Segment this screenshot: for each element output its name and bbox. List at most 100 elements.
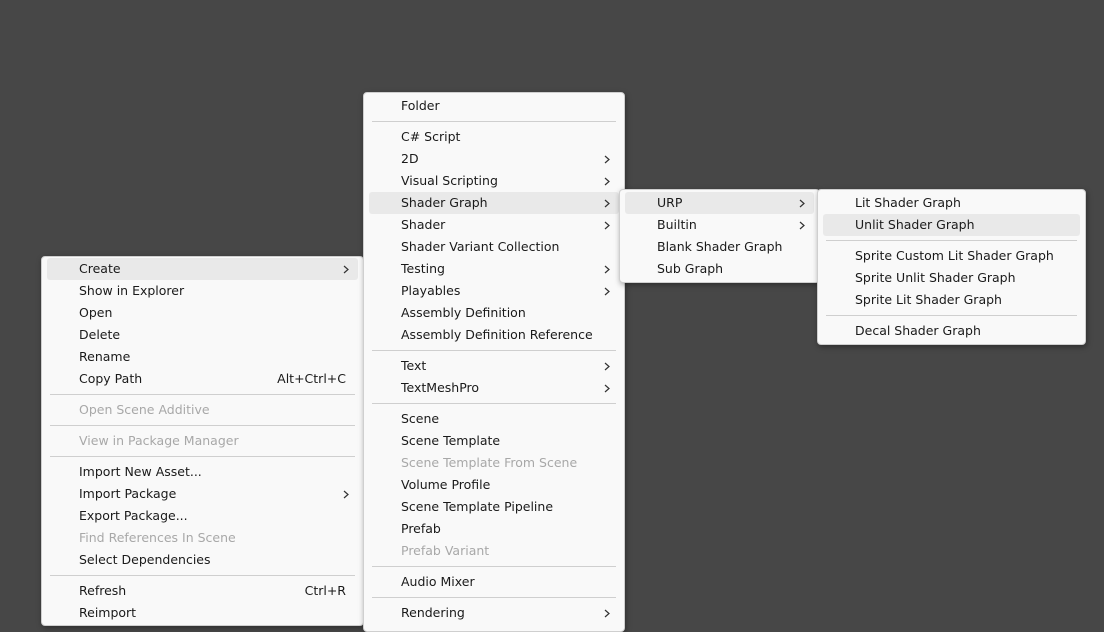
menu-item-scene-template-from-scene: Scene Template From Scene xyxy=(369,452,619,474)
menu-item-label: Import New Asset... xyxy=(79,464,202,479)
menu-item-label: Refresh xyxy=(79,583,127,598)
menu-item-label: Shader xyxy=(401,217,446,232)
menu-item-delete[interactable]: Delete xyxy=(47,324,358,346)
menu-item-label: Shader Graph xyxy=(401,195,488,210)
menu-item-label: Assembly Definition xyxy=(401,305,526,320)
project-context-menu: Create Show in Explorer Open Delete Rena… xyxy=(41,256,364,626)
menu-item-prefab-variant: Prefab Variant xyxy=(369,540,619,562)
menu-item-label: Rendering xyxy=(401,605,465,620)
menu-item-refresh[interactable]: Refresh Ctrl+R xyxy=(47,580,358,602)
menu-separator xyxy=(372,121,616,122)
menu-item-label: Scene xyxy=(401,411,440,426)
menu-item-rendering[interactable]: Rendering xyxy=(369,602,619,624)
menu-separator xyxy=(826,315,1077,316)
menu-item-label: Visual Scripting xyxy=(401,173,498,188)
menu-item-label: Create xyxy=(79,261,121,276)
menu-item-prefab[interactable]: Prefab xyxy=(369,518,619,540)
chevron-right-icon xyxy=(797,214,807,236)
menu-item-label: Scene Template From Scene xyxy=(401,455,578,470)
menu-item-label: Lit Shader Graph xyxy=(855,195,961,210)
chevron-right-icon xyxy=(602,258,612,280)
menu-item-label: Blank Shader Graph xyxy=(657,239,783,254)
menu-item-textmeshpro[interactable]: TextMeshPro xyxy=(369,377,619,399)
menu-item-import-new-asset[interactable]: Import New Asset... xyxy=(47,461,358,483)
chevron-right-icon xyxy=(602,280,612,302)
menu-item-shader-variant-collection[interactable]: Shader Variant Collection xyxy=(369,236,619,258)
chevron-right-icon xyxy=(602,170,612,192)
menu-item-sprite-custom-lit[interactable]: Sprite Custom Lit Shader Graph xyxy=(823,245,1080,267)
menu-item-import-package[interactable]: Import Package xyxy=(47,483,358,505)
menu-item-testing[interactable]: Testing xyxy=(369,258,619,280)
menu-item-sprite-lit[interactable]: Sprite Lit Shader Graph xyxy=(823,289,1080,311)
menu-item-scene-template-pipeline[interactable]: Scene Template Pipeline xyxy=(369,496,619,518)
menu-item-unlit-shader-graph[interactable]: Unlit Shader Graph xyxy=(823,214,1080,236)
menu-item-copy-path[interactable]: Copy Path Alt+Ctrl+C xyxy=(47,368,358,390)
menu-item-label: Import Package xyxy=(79,486,177,501)
menu-item-blank-shader-graph[interactable]: Blank Shader Graph xyxy=(625,236,814,258)
create-submenu: Folder C# Script 2D Visual Scripting Sha… xyxy=(363,92,625,632)
shortcut-label: Alt+Ctrl+C xyxy=(277,371,346,386)
menu-item-folder[interactable]: Folder xyxy=(369,95,619,117)
menu-item-label: Show in Explorer xyxy=(79,283,185,298)
menu-item-scene-template[interactable]: Scene Template xyxy=(369,430,619,452)
menu-item-label: Open xyxy=(79,305,113,320)
menu-item-label: 2D xyxy=(401,151,419,166)
menu-separator xyxy=(372,403,616,404)
menu-item-text[interactable]: Text xyxy=(369,355,619,377)
menu-item-decal-shader-graph[interactable]: Decal Shader Graph xyxy=(823,320,1080,342)
menu-item-open[interactable]: Open xyxy=(47,302,358,324)
menu-item-label: Export Package... xyxy=(79,508,188,523)
menu-separator xyxy=(50,425,355,426)
menu-item-playables[interactable]: Playables xyxy=(369,280,619,302)
menu-item-label: TextMeshPro xyxy=(401,380,480,395)
menu-item-show-in-explorer[interactable]: Show in Explorer xyxy=(47,280,358,302)
menu-item-label: Sprite Lit Shader Graph xyxy=(855,292,1002,307)
chevron-right-icon xyxy=(602,214,612,236)
menu-item-shader[interactable]: Shader xyxy=(369,214,619,236)
menu-item-2d[interactable]: 2D xyxy=(369,148,619,170)
menu-item-label: Find References In Scene xyxy=(79,530,236,545)
menu-item-export-package[interactable]: Export Package... xyxy=(47,505,358,527)
menu-item-rename[interactable]: Rename xyxy=(47,346,358,368)
menu-item-label: URP xyxy=(657,195,683,210)
menu-item-create[interactable]: Create xyxy=(47,258,358,280)
chevron-right-icon xyxy=(341,483,351,505)
menu-item-label: Copy Path xyxy=(79,371,143,386)
menu-item-volume-profile[interactable]: Volume Profile xyxy=(369,474,619,496)
menu-item-scene[interactable]: Scene xyxy=(369,408,619,430)
menu-item-label: Prefab xyxy=(401,521,441,536)
menu-item-label: Sub Graph xyxy=(657,261,724,276)
chevron-right-icon xyxy=(602,377,612,399)
menu-item-select-dependencies[interactable]: Select Dependencies xyxy=(47,549,358,571)
menu-item-label: Decal Shader Graph xyxy=(855,323,981,338)
menu-item-label: Sprite Unlit Shader Graph xyxy=(855,270,1016,285)
menu-item-lit-shader-graph[interactable]: Lit Shader Graph xyxy=(823,192,1080,214)
menu-item-label: Scene Template Pipeline xyxy=(401,499,554,514)
menu-item-sprite-unlit[interactable]: Sprite Unlit Shader Graph xyxy=(823,267,1080,289)
chevron-right-icon xyxy=(341,258,351,280)
menu-item-label: Prefab Variant xyxy=(401,543,490,558)
menu-item-label: Folder xyxy=(401,98,440,113)
shortcut-label: Ctrl+R xyxy=(304,583,346,598)
menu-item-assembly-definition[interactable]: Assembly Definition xyxy=(369,302,619,324)
menu-item-label: View in Package Manager xyxy=(79,433,239,448)
menu-item-urp[interactable]: URP xyxy=(625,192,814,214)
menu-item-builtin[interactable]: Builtin xyxy=(625,214,814,236)
menu-item-label: Sprite Custom Lit Shader Graph xyxy=(855,248,1054,263)
menu-item-shader-graph[interactable]: Shader Graph xyxy=(369,192,619,214)
menu-item-label: Playables xyxy=(401,283,461,298)
menu-separator xyxy=(826,240,1077,241)
menu-item-sub-graph[interactable]: Sub Graph xyxy=(625,258,814,280)
menu-item-label: C# Script xyxy=(401,129,461,144)
menu-separator xyxy=(50,575,355,576)
menu-item-visual-scripting[interactable]: Visual Scripting xyxy=(369,170,619,192)
menu-item-label: Unlit Shader Graph xyxy=(855,217,975,232)
menu-item-reimport[interactable]: Reimport xyxy=(47,602,358,624)
menu-item-audio-mixer[interactable]: Audio Mixer xyxy=(369,571,619,593)
menu-item-label: Select Dependencies xyxy=(79,552,211,567)
menu-item-label: Volume Profile xyxy=(401,477,491,492)
menu-item-assembly-definition-reference[interactable]: Assembly Definition Reference xyxy=(369,324,619,346)
menu-item-view-in-package-manager: View in Package Manager xyxy=(47,430,358,452)
menu-item-csharp-script[interactable]: C# Script xyxy=(369,126,619,148)
menu-separator xyxy=(372,566,616,567)
